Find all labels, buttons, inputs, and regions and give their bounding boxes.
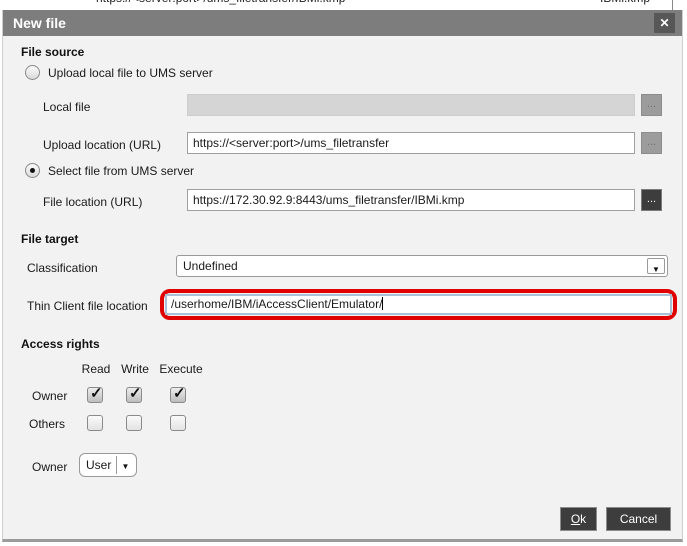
local-file-input[interactable] xyxy=(187,94,635,116)
cancel-button[interactable]: Cancel xyxy=(606,507,671,531)
check-icon: ✓ xyxy=(173,385,186,402)
page-background: https://<server:port>/ums_filetransfer/I… xyxy=(0,0,687,546)
text-caret xyxy=(382,297,384,310)
owner-dropdown[interactable]: User ▼ xyxy=(79,453,137,477)
classification-dropdown[interactable]: Undefined ▼ xyxy=(176,255,668,277)
upload-location-label: Upload location (URL) xyxy=(43,138,162,152)
dialog-titlebar[interactable]: New file ✕ xyxy=(3,10,682,36)
file-location-browse-button[interactable]: ... xyxy=(641,189,662,211)
select-from-ums-radio[interactable] xyxy=(25,163,40,178)
owner-dropdown-value: User xyxy=(86,458,112,472)
chevron-down-icon[interactable]: ▼ xyxy=(116,456,134,474)
checkbox-owner-write[interactable]: ✓ xyxy=(126,385,142,403)
column-header-write: Write xyxy=(121,362,149,376)
thin-client-location-value: /userhome/IBM/iAccessClient/Emulator/ xyxy=(171,297,383,311)
radio-dot-icon xyxy=(30,168,35,173)
upload-location-browse-button[interactable]: ... xyxy=(641,132,662,154)
column-header-execute: Execute xyxy=(159,362,203,376)
clipped-text-right: IBMi.kmp xyxy=(600,0,650,5)
owner-row-label: Owner xyxy=(32,389,68,403)
upload-local-radio-label[interactable]: Upload local file to UMS server xyxy=(48,66,213,80)
check-icon: ✓ xyxy=(90,385,103,402)
file-source-heading: File source xyxy=(21,45,85,59)
checkbox-others-execute[interactable]: ✓ xyxy=(170,415,186,431)
owner-select-label: Owner xyxy=(32,460,68,474)
new-file-dialog: New file ✕ File source Upload local file… xyxy=(2,10,683,542)
checkbox-owner-read[interactable]: ✓ xyxy=(87,385,103,403)
access-rights-heading: Access rights xyxy=(21,337,100,351)
classification-value: Undefined xyxy=(183,259,238,273)
ok-button-rest: k xyxy=(580,512,587,526)
highlight-annotation: /userhome/IBM/iAccessClient/Emulator/ xyxy=(160,289,677,320)
clipped-background-text: https://<server:port>/ums_filetransfer/I… xyxy=(0,0,687,10)
local-file-browse-button[interactable]: ... xyxy=(641,94,662,116)
local-file-label: Local file xyxy=(43,100,91,114)
file-location-label: File location (URL) xyxy=(43,195,143,209)
file-location-input[interactable]: https://172.30.92.9:8443/ums_filetransfe… xyxy=(187,189,635,211)
thin-client-location-label: Thin Client file location xyxy=(27,299,148,313)
others-row-label: Others xyxy=(29,417,66,431)
file-target-heading: File target xyxy=(21,232,79,246)
checkbox-owner-execute[interactable]: ✓ xyxy=(170,385,186,403)
classification-label: Classification xyxy=(27,261,98,275)
checkbox-others-write[interactable]: ✓ xyxy=(126,415,142,431)
dialog-title: New file xyxy=(13,15,66,31)
check-icon: ✓ xyxy=(129,385,142,402)
thin-client-location-input[interactable]: /userhome/IBM/iAccessClient/Emulator/ xyxy=(165,294,672,315)
select-from-ums-radio-label[interactable]: Select file from UMS server xyxy=(48,164,194,178)
close-icon[interactable]: ✕ xyxy=(654,13,675,33)
upload-location-input[interactable]: https://<server:port>/ums_filetransfer xyxy=(187,132,635,154)
clipped-text-left: https://<server:port>/ums_filetransfer/I… xyxy=(96,0,345,5)
ok-button-accel: O xyxy=(570,512,581,526)
checkbox-others-read[interactable]: ✓ xyxy=(87,415,103,431)
chevron-down-icon[interactable]: ▼ xyxy=(647,258,665,274)
column-header-read: Read xyxy=(81,362,111,376)
background-divider-line xyxy=(672,0,673,10)
ok-button[interactable]: Ok xyxy=(560,507,597,531)
upload-local-radio[interactable] xyxy=(25,65,40,80)
